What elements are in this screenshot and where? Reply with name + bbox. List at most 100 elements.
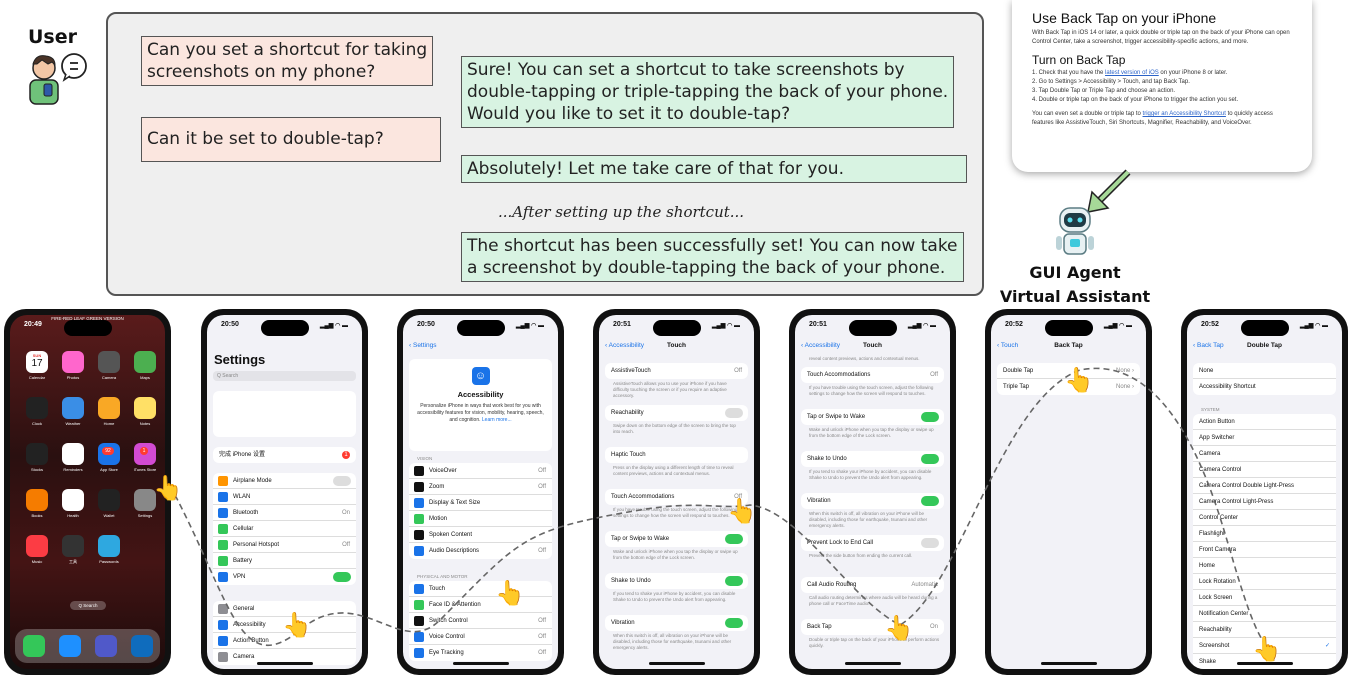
row-value: Off xyxy=(342,542,350,548)
back-button[interactable]: ‹ Settings xyxy=(409,342,436,349)
touch-option-row[interactable]: Shake to Undo xyxy=(605,573,748,589)
action-option-row[interactable]: App Switcher xyxy=(1193,430,1336,446)
touch-option-row[interactable]: Haptic Touch xyxy=(605,447,748,463)
touch-option-row[interactable]: Tap or Swipe to Wake xyxy=(801,409,944,425)
row-label: Shake to Undo xyxy=(611,578,651,584)
search-input[interactable]: Q Search xyxy=(213,371,356,381)
row-label: Vibration xyxy=(611,620,635,626)
action-option-row[interactable]: Home xyxy=(1193,558,1336,574)
toggle-switch[interactable] xyxy=(921,454,939,464)
action-option-row[interactable]: Action Button xyxy=(1193,414,1336,430)
reminders-app-icon[interactable] xyxy=(62,443,84,465)
row-label: Action Button xyxy=(1199,419,1235,425)
toggle-switch[interactable] xyxy=(725,534,743,544)
eye-tracking-row[interactable]: Eye Tracking Off xyxy=(409,645,552,661)
face-id-row[interactable]: Face ID & Attention xyxy=(409,597,552,613)
option-row[interactable]: Accessibility Shortcut xyxy=(1193,379,1336,395)
maps-app-icon[interactable] xyxy=(134,351,156,373)
cellular-row[interactable]: Cellular xyxy=(213,521,356,537)
audio-descriptions-row[interactable]: Audio Descriptions Off xyxy=(409,543,552,559)
action-option-row[interactable]: Camera Control Light-Press xyxy=(1193,494,1336,510)
row-label: Camera xyxy=(1199,451,1221,457)
touch-option-row[interactable]: Touch Accommodations Off xyxy=(801,367,944,383)
airplane-icon xyxy=(218,476,228,486)
row-label: General xyxy=(233,606,255,612)
weather-app-icon[interactable] xyxy=(62,397,84,419)
notes-app-icon[interactable] xyxy=(134,397,156,419)
photos-app-icon[interactable] xyxy=(62,351,84,373)
display-text-size-row[interactable]: Display & Text Size xyxy=(409,495,552,511)
toggle-switch[interactable] xyxy=(725,576,743,586)
wallet-app-icon[interactable] xyxy=(98,489,120,511)
action-option-row[interactable]: Camera xyxy=(1193,446,1336,462)
voiceover-row[interactable]: VoiceOver Off xyxy=(409,463,552,479)
touch-option-row[interactable]: Prevent Lock to End Call xyxy=(801,535,944,551)
zoom-row[interactable]: Zoom Off xyxy=(409,479,552,495)
row-label: Touch Accommodations xyxy=(807,372,871,378)
action-option-row[interactable]: Front Camera xyxy=(1193,542,1336,558)
touch-option-row[interactable]: Tap or Swipe to Wake xyxy=(605,531,748,547)
calendar-app-icon[interactable]: SUN 17 xyxy=(26,351,48,373)
camera-app-icon[interactable] xyxy=(98,351,120,373)
action-option-row[interactable]: Camera Control Double Light-Press xyxy=(1193,478,1336,494)
books-app-icon[interactable] xyxy=(26,489,48,511)
health-app-icon[interactable] xyxy=(62,489,84,511)
action-option-row[interactable]: Lock Screen xyxy=(1193,590,1336,606)
touch-option-row[interactable]: Vibration xyxy=(605,615,748,631)
row-value: Off xyxy=(538,634,546,640)
hotspot-row[interactable]: Personal Hotspot Off xyxy=(213,537,356,553)
toggle-switch[interactable] xyxy=(333,572,351,582)
touch-option-row[interactable]: Call Audio Routing Automatic xyxy=(801,577,944,593)
motor-section-header: PHYSICAL AND MOTOR xyxy=(417,574,468,579)
action-option-row[interactable]: Notification Center xyxy=(1193,606,1336,622)
row-label: Camera xyxy=(233,654,255,660)
ios-version-link[interactable]: latest version of iOS xyxy=(1105,70,1159,76)
assistant-message-3-line: a screenshot by double-tapping the back … xyxy=(467,258,946,278)
stocks-app-icon[interactable] xyxy=(26,443,48,465)
touch-option-row[interactable]: Shake to Undo xyxy=(801,451,944,467)
toggle-switch[interactable] xyxy=(725,408,743,418)
toggle-switch[interactable] xyxy=(333,476,351,486)
tools-folder-app-icon[interactable] xyxy=(62,535,84,557)
bluetooth-row[interactable]: Bluetooth On xyxy=(213,505,356,521)
music-app-icon[interactable] xyxy=(26,535,48,557)
toggle-switch[interactable] xyxy=(921,538,939,548)
toggle-switch[interactable] xyxy=(725,618,743,628)
touch-row[interactable]: Touch xyxy=(409,581,552,597)
teams-app-icon[interactable] xyxy=(95,635,117,657)
action-option-row[interactable]: Lock Rotation xyxy=(1193,574,1336,590)
option-row[interactable]: None xyxy=(1193,363,1336,379)
toggle-switch[interactable] xyxy=(921,496,939,506)
airplane-row[interactable]: Airplane Mode xyxy=(213,473,356,489)
complete-setup-row[interactable]: 完成 iPhone 设置 1 xyxy=(213,447,356,463)
motion-row[interactable]: Motion xyxy=(409,511,552,527)
learn-more-link[interactable]: Learn more... xyxy=(482,417,512,423)
voice-control-row[interactable]: Voice Control Off xyxy=(409,629,552,645)
vpn-row[interactable]: VPN xyxy=(213,569,356,585)
battery-row[interactable]: Battery xyxy=(213,553,356,569)
touch-option-row[interactable]: AssistiveTouch Off xyxy=(605,363,748,379)
outlook-app-icon[interactable] xyxy=(131,635,153,657)
touch-option-row[interactable]: Back Tap On xyxy=(801,619,944,635)
touch-option-row[interactable]: Reachability xyxy=(605,405,748,421)
assistant-message-1-line: Sure! You can set a shortcut to take scr… xyxy=(467,60,905,80)
spoken-content-row[interactable]: Spoken Content xyxy=(409,527,552,543)
safari-app-icon[interactable] xyxy=(59,635,81,657)
home-app-icon[interactable] xyxy=(98,397,120,419)
action-option-row[interactable]: Camera Control xyxy=(1193,462,1336,478)
action-option-row[interactable]: Flashlight xyxy=(1193,526,1336,542)
home-search-pill[interactable]: Q Search xyxy=(70,601,106,610)
app-label: Books xyxy=(31,513,43,518)
wifi-row[interactable]: WLAN xyxy=(213,489,356,505)
apple-account-card[interactable] xyxy=(213,391,356,437)
touch-option-row[interactable]: Vibration xyxy=(801,493,944,509)
touch-option-group: Shake to Undo xyxy=(605,573,748,589)
action-option-row[interactable]: Control Center xyxy=(1193,510,1336,526)
clock-app-icon[interactable] xyxy=(26,397,48,419)
touch-option-group: Haptic Touch xyxy=(605,447,748,463)
passwords-app-icon[interactable] xyxy=(98,535,120,557)
switch-control-row[interactable]: Switch Control Off xyxy=(409,613,552,629)
accessibility-shortcut-link[interactable]: trigger an Accessibility Shortcut xyxy=(1143,111,1226,117)
toggle-switch[interactable] xyxy=(921,412,939,422)
phone-app-icon[interactable] xyxy=(23,635,45,657)
